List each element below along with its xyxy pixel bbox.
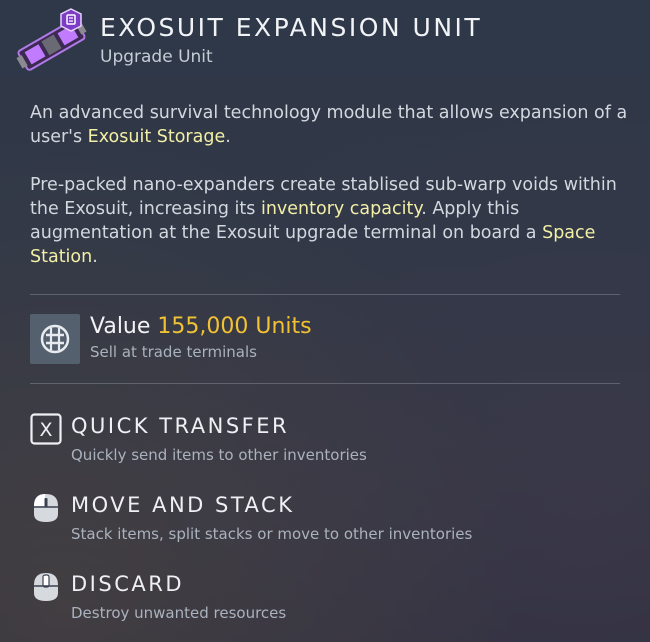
value-amount: 155,000 Units — [157, 314, 312, 339]
action-title: MOVE AND STACK — [71, 493, 295, 517]
mouse-middle-icon — [30, 571, 62, 603]
action-quick-transfer[interactable]: X QUICK TRANSFER Quickly send items to o… — [30, 413, 620, 464]
action-title: QUICK TRANSFER — [71, 414, 290, 438]
highlight-exosuit-storage: Exosuit Storage — [87, 127, 226, 147]
description-paragraph-1: An advanced survival technology module t… — [30, 103, 628, 147]
value-label: Value — [90, 314, 151, 339]
x-key-icon: X — [30, 413, 62, 445]
item-title: EXOSUIT EXPANSION UNIT — [100, 13, 483, 42]
action-discard[interactable]: DISCARD Destroy unwanted resources — [30, 571, 620, 622]
value-row: Value 155,000 Units — [90, 314, 312, 339]
description-paragraph-2: Pre-packed nano-expanders create stablis… — [30, 175, 617, 267]
tooltip-header: EXOSUIT EXPANSION UNIT Upgrade Unit — [0, 0, 650, 76]
highlight-inventory-capacity: inventory capacity — [260, 199, 422, 219]
value-note: Sell at trade terminals — [90, 343, 257, 361]
divider — [30, 383, 620, 384]
svg-text:X: X — [39, 419, 52, 441]
action-description: Quickly send items to other inventories — [71, 446, 367, 464]
action-title: DISCARD — [71, 572, 184, 596]
action-description: Stack items, split stacks or move to oth… — [71, 525, 473, 543]
divider — [30, 294, 620, 295]
action-description: Destroy unwanted resources — [71, 604, 287, 622]
action-move-and-stack[interactable]: MOVE AND STACK Stack items, split stacks… — [30, 492, 620, 543]
exosuit-expansion-unit-icon — [14, 8, 88, 72]
mouse-left-icon — [30, 492, 62, 524]
item-subtitle: Upgrade Unit — [100, 47, 213, 67]
units-currency-icon — [30, 314, 80, 364]
